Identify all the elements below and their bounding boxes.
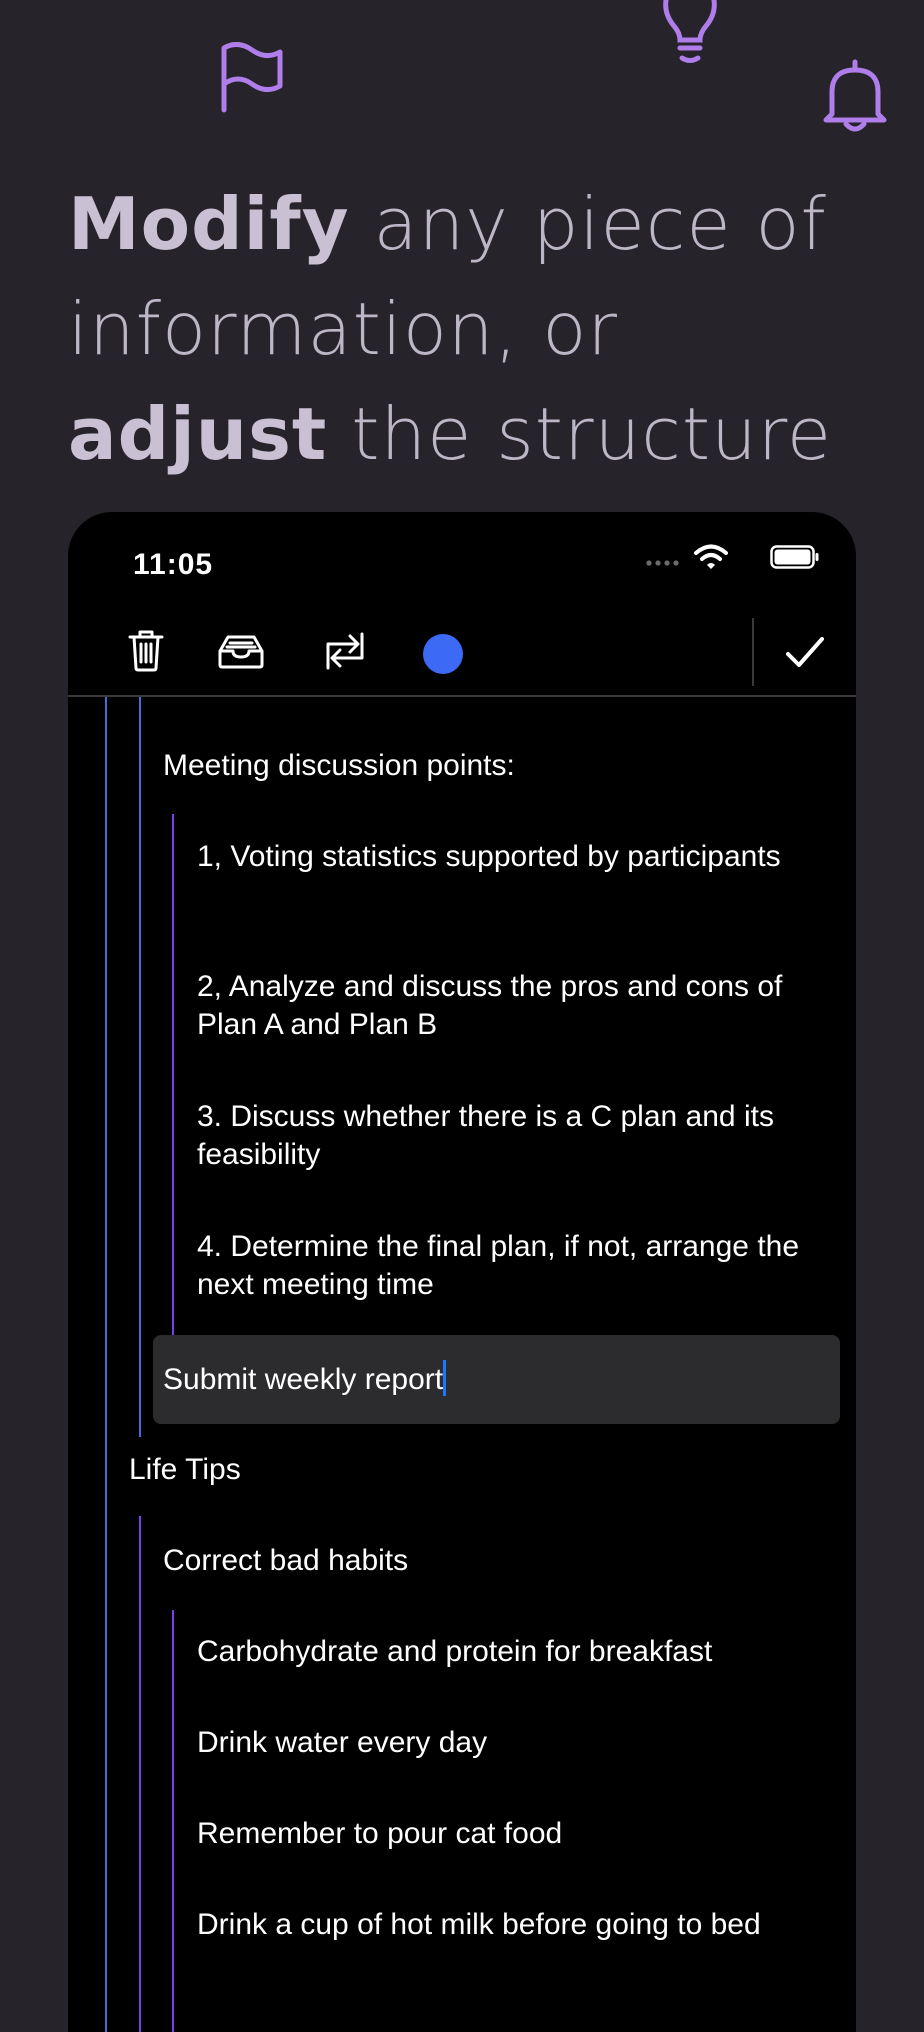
checkmark-icon[interactable]: [786, 636, 824, 668]
headline: Modify any piece of information, or adju…: [68, 172, 888, 487]
headline-bold-modify: Modify: [68, 182, 350, 266]
headline-bold-adjust: adjust: [68, 392, 328, 476]
list-item[interactable]: Meeting discussion points:: [163, 747, 823, 785]
list-item[interactable]: 1, Voting statistics supported by partic…: [197, 838, 837, 876]
color-dot[interactable]: [422, 633, 464, 675]
status-time: 11:05: [133, 548, 214, 581]
lightbulb-icon: [663, 0, 717, 63]
list-item[interactable]: Drink a cup of hot milk before going to …: [197, 1906, 847, 1944]
guide-line-level1: [105, 697, 107, 2032]
toolbar-divider: [752, 618, 754, 686]
guide-line-level3: [172, 1610, 174, 2032]
list-item[interactable]: 2, Analyze and discuss the pros and cons…: [197, 968, 837, 1044]
list-item[interactable]: Remember to pour cat food: [197, 1815, 847, 1853]
archive-icon[interactable]: [218, 635, 264, 669]
phone-mockup: 11:05 Meeting discussion points: 1, Voti…: [68, 512, 856, 2032]
trash-icon[interactable]: [128, 630, 164, 672]
list-item[interactable]: Correct bad habits: [163, 1542, 823, 1580]
repeat-icon[interactable]: [322, 630, 368, 672]
guide-line-level2: [139, 1516, 141, 2032]
editing-item-text[interactable]: Submit weekly report: [163, 1360, 823, 1399]
battery-icon: [770, 545, 819, 569]
toolbar-separator: [68, 695, 856, 697]
flag-icon: [221, 42, 283, 113]
guide-line-level3: [172, 814, 174, 1336]
list-item[interactable]: Life Tips: [129, 1451, 809, 1489]
bell-icon: [823, 59, 887, 132]
wifi-icon: [694, 544, 728, 569]
list-item[interactable]: Drink water every day: [197, 1724, 847, 1762]
guide-line-level2: [139, 697, 141, 1437]
editing-item-value: Submit weekly report: [163, 1363, 444, 1396]
list-item[interactable]: Carbohydrate and protein for breakfast: [197, 1633, 847, 1671]
list-item[interactable]: 3. Discuss whether there is a C plan and…: [197, 1098, 837, 1174]
list-item[interactable]: 4. Determine the final plan, if not, arr…: [197, 1228, 837, 1304]
headline-text-2: the structure: [327, 392, 833, 476]
text-caret: [443, 1360, 447, 1396]
signal-dots-icon: [646, 560, 679, 566]
